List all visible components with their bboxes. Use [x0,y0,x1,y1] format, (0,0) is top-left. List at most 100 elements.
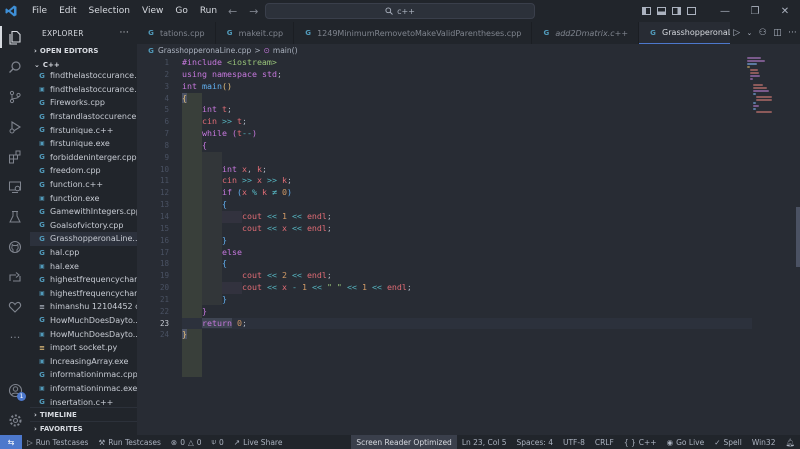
live-share-button[interactable]: ↗ Live Share [229,435,288,449]
file-item[interactable]: G GamewithIntegers.cpp [30,205,137,219]
file-tree: Gfindthelastoccurance... ▣ findthelastoccu… [30,69,137,409]
favorites-section[interactable]: › FAVORITES [30,421,137,435]
exe-file-icon: ▣ [39,357,45,365]
more-icon[interactable]: ··· [0,322,30,352]
settings-gear-icon[interactable] [0,405,30,435]
file-item[interactable]: Gforbiddeninterger.cpp [30,151,137,165]
platform-status[interactable]: Win32 [747,435,781,449]
file-item[interactable]: Gfreedom.cpp [30,164,137,178]
file-item[interactable]: ▣ HowMuchDoesDayto... [30,327,137,341]
minimize-button[interactable]: — [710,0,740,22]
explorer-more-icon[interactable]: ··· [120,28,129,38]
indentation-status[interactable]: Spaces: 4 [512,435,558,449]
close-window-button[interactable]: ✕ [770,0,800,22]
remote-indicator-icon[interactable]: ⇆ [0,435,22,449]
editor-tab[interactable]: Gtations.cpp [137,22,216,44]
ports-indicator[interactable]: ⍦ 0 [207,435,229,449]
customize-layout-icon[interactable] [687,7,696,15]
file-item[interactable]: Gfirstandlastoccurence... [30,110,137,124]
cursor-position[interactable]: Ln 23, Col 5 [457,435,512,449]
file-item[interactable]: ▣ highestfrequencychar... [30,287,137,301]
file-item[interactable]: G Fireworks.cpp [30,96,137,110]
split-editor-icon[interactable]: ◫ [773,28,782,38]
run-dropdown-icon[interactable]: ⌄ [747,29,753,37]
file-item[interactable]: ▣ hal.exe [30,259,137,273]
run-code-icon[interactable]: ▷ [733,28,740,38]
menu-item-selection[interactable]: Selection [83,0,136,22]
menu-item-go[interactable]: Go [169,0,193,22]
search-icon[interactable] [0,52,30,82]
editor-tab[interactable]: Gadd2Dmatrix.c++ [532,22,640,44]
file-item[interactable]: ▣ IncreasingArray.exe [30,354,137,368]
run-testcases-button[interactable]: ▷ Run Testcases [22,435,93,449]
encoding-status[interactable]: UTF-8 [558,435,590,449]
code-line: { [221,199,227,210]
activity-bar: ··· 1 [0,22,30,435]
menu-item-view[interactable]: View [136,0,169,22]
github-icon[interactable] [0,232,30,262]
file-name: function.exe [50,193,100,203]
editor-tab[interactable]: G 1249MinimumRemovetoMakeValidParentheses… [294,22,533,44]
minimap[interactable] [747,57,792,117]
extensions-icon[interactable] [0,142,30,172]
file-item[interactable]: Ghal.cpp [30,246,137,260]
file-item[interactable]: Gfindthelastoccurance... [30,69,137,83]
file-item[interactable]: G GrasshopperonaLine.... [30,232,137,246]
file-item[interactable]: ▣ findthelastoccurance... [30,83,137,97]
eol-status[interactable]: CRLF [590,435,619,449]
toggle-secondary-sidebar-icon[interactable] [672,7,681,15]
search-icon [385,7,393,15]
file-item[interactable]: ▣ informationinmac.exe [30,382,137,396]
problems-indicator[interactable]: ⊗ 0 △ 0 [166,435,207,449]
back-arrow-icon[interactable]: ← [228,5,237,18]
restore-button[interactable]: ❐ [740,0,770,22]
code-content[interactable]: #include <iostream> using namespace std;… [182,57,752,341]
code-editor[interactable]: 1 2 3 4 5 6 7 8 9 10 11 12 13 14 15 16 17 18 19 20 21 22 23 24 … [137,57,800,435]
file-item[interactable]: Gfunction.c++ [30,178,137,192]
menu-item-file[interactable]: File [26,0,53,22]
file-item[interactable]: ▣ firstunique.exe [30,137,137,151]
live-share-icon[interactable] [0,262,30,292]
menu-item-edit[interactable]: Edit [53,0,82,22]
file-item[interactable]: ≡ himanshu 12104452 c... [30,300,137,314]
account-icon[interactable]: 1 [0,375,30,405]
code-line: } [201,305,207,316]
vertical-scrollbar[interactable] [796,207,800,267]
language-mode[interactable]: { } C++ [619,435,662,449]
more-actions-icon[interactable]: ··· [788,28,797,38]
timeline-section[interactable]: › TIMELINE [30,407,137,421]
file-item[interactable]: Gfirstunique.c++ [30,123,137,137]
file-item[interactable]: ▣ function.exe [30,191,137,205]
screen-reader-status[interactable]: Screen Reader Optimized [351,435,457,449]
forward-arrow-icon[interactable]: → [249,5,258,18]
code-line: } [221,293,227,304]
line-number: 11 [159,176,169,186]
file-item[interactable]: Ghighestfrequencychar... [30,273,137,287]
file-item[interactable]: G HowMuchDoesDayto... [30,314,137,328]
breadcrumb-file[interactable]: GrasshopperonaLine.cpp [158,46,251,55]
go-live-button[interactable]: ◉ Go Live [662,435,710,449]
menu-item-run[interactable]: Run [194,0,223,22]
favorites-heart-icon[interactable] [0,292,30,322]
toggle-panel-icon[interactable] [657,7,666,15]
command-center-search[interactable]: c++ [265,3,535,19]
file-item[interactable]: Ginformationinmac.cpp [30,368,137,382]
source-control-icon[interactable] [0,82,30,112]
open-changes-icon[interactable]: ⚇ [759,28,767,38]
spell-check-status[interactable]: ✓ Spell [709,435,747,449]
open-editors-section[interactable]: › OPEN EDITORS [30,44,137,58]
explorer-icon[interactable] [0,22,30,52]
cpp-file-icon: G [148,29,154,37]
file-item[interactable]: G Goalsofvictory.cpp [30,219,137,233]
editor-tab[interactable]: Gmakeit.cpp [216,22,295,44]
run-testcases-button-2[interactable]: ⚒ Run Testcases [93,435,165,449]
notifications-bell-icon[interactable]: 🔔︎ [780,435,800,449]
run-debug-icon[interactable] [0,112,30,142]
exe-file-icon: ▣ [39,194,45,202]
file-item[interactable]: ≡ import socket.py [30,341,137,355]
testing-icon[interactable] [0,202,30,232]
breadcrumb-symbol[interactable]: main() [273,46,298,55]
remote-explorer-icon[interactable] [0,172,30,202]
toggle-primary-sidebar-icon[interactable] [642,7,651,15]
chevron-right-icon: › [34,47,37,55]
